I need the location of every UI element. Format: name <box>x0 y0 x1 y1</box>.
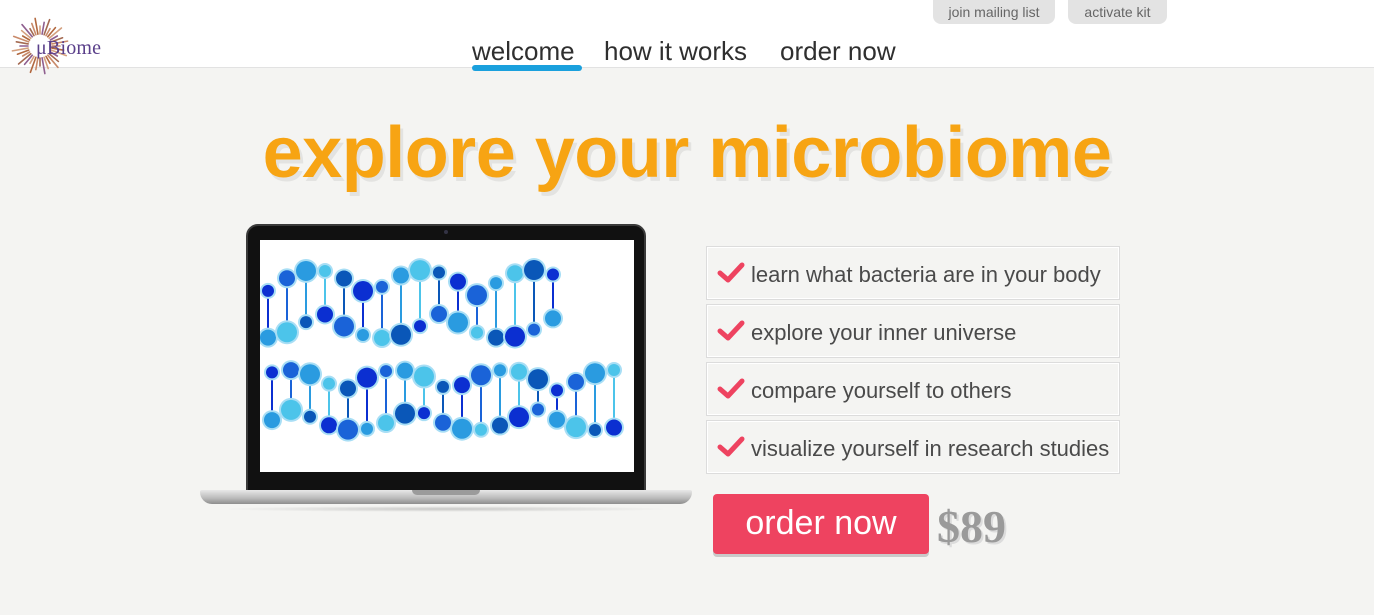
feature-item-research: visualize yourself in research studies <box>706 420 1120 474</box>
feature-item-compare: compare yourself to others <box>706 362 1120 416</box>
feature-label: explore your inner universe <box>751 320 1017 345</box>
nav-welcome[interactable]: welcome <box>472 34 575 68</box>
hero-title: explore your microbiome <box>262 113 1112 193</box>
checkmark-icon <box>717 262 745 283</box>
feature-item-universe: explore your inner universe <box>706 304 1120 358</box>
join-mailing-list-button[interactable]: join mailing list <box>933 0 1055 24</box>
laptop-screen <box>260 240 634 472</box>
feature-item-bacteria: learn what bacteria are in your body <box>706 246 1120 300</box>
checkmark-icon <box>717 378 745 399</box>
price-label: $89 <box>937 501 1006 552</box>
checkmark-icon <box>717 436 745 457</box>
checkmark-icon <box>717 320 745 341</box>
feature-label: visualize yourself in research studies <box>751 436 1110 461</box>
feature-label: compare yourself to others <box>751 378 1012 403</box>
main-nav: welcome how it works order now <box>0 34 1374 70</box>
laptop-shadow <box>218 506 674 512</box>
laptop-camera <box>444 230 448 234</box>
laptop-image <box>198 222 694 514</box>
laptop-notch <box>412 490 480 495</box>
dna-helix-illustration <box>260 258 624 442</box>
feature-label: learn what bacteria are in your body <box>751 262 1101 287</box>
nav-how-it-works[interactable]: how it works <box>604 34 747 68</box>
order-now-button[interactable]: order now <box>713 494 929 554</box>
nav-active-indicator <box>472 65 582 71</box>
activate-kit-button[interactable]: activate kit <box>1068 0 1167 24</box>
nav-order-now[interactable]: order now <box>780 34 896 68</box>
